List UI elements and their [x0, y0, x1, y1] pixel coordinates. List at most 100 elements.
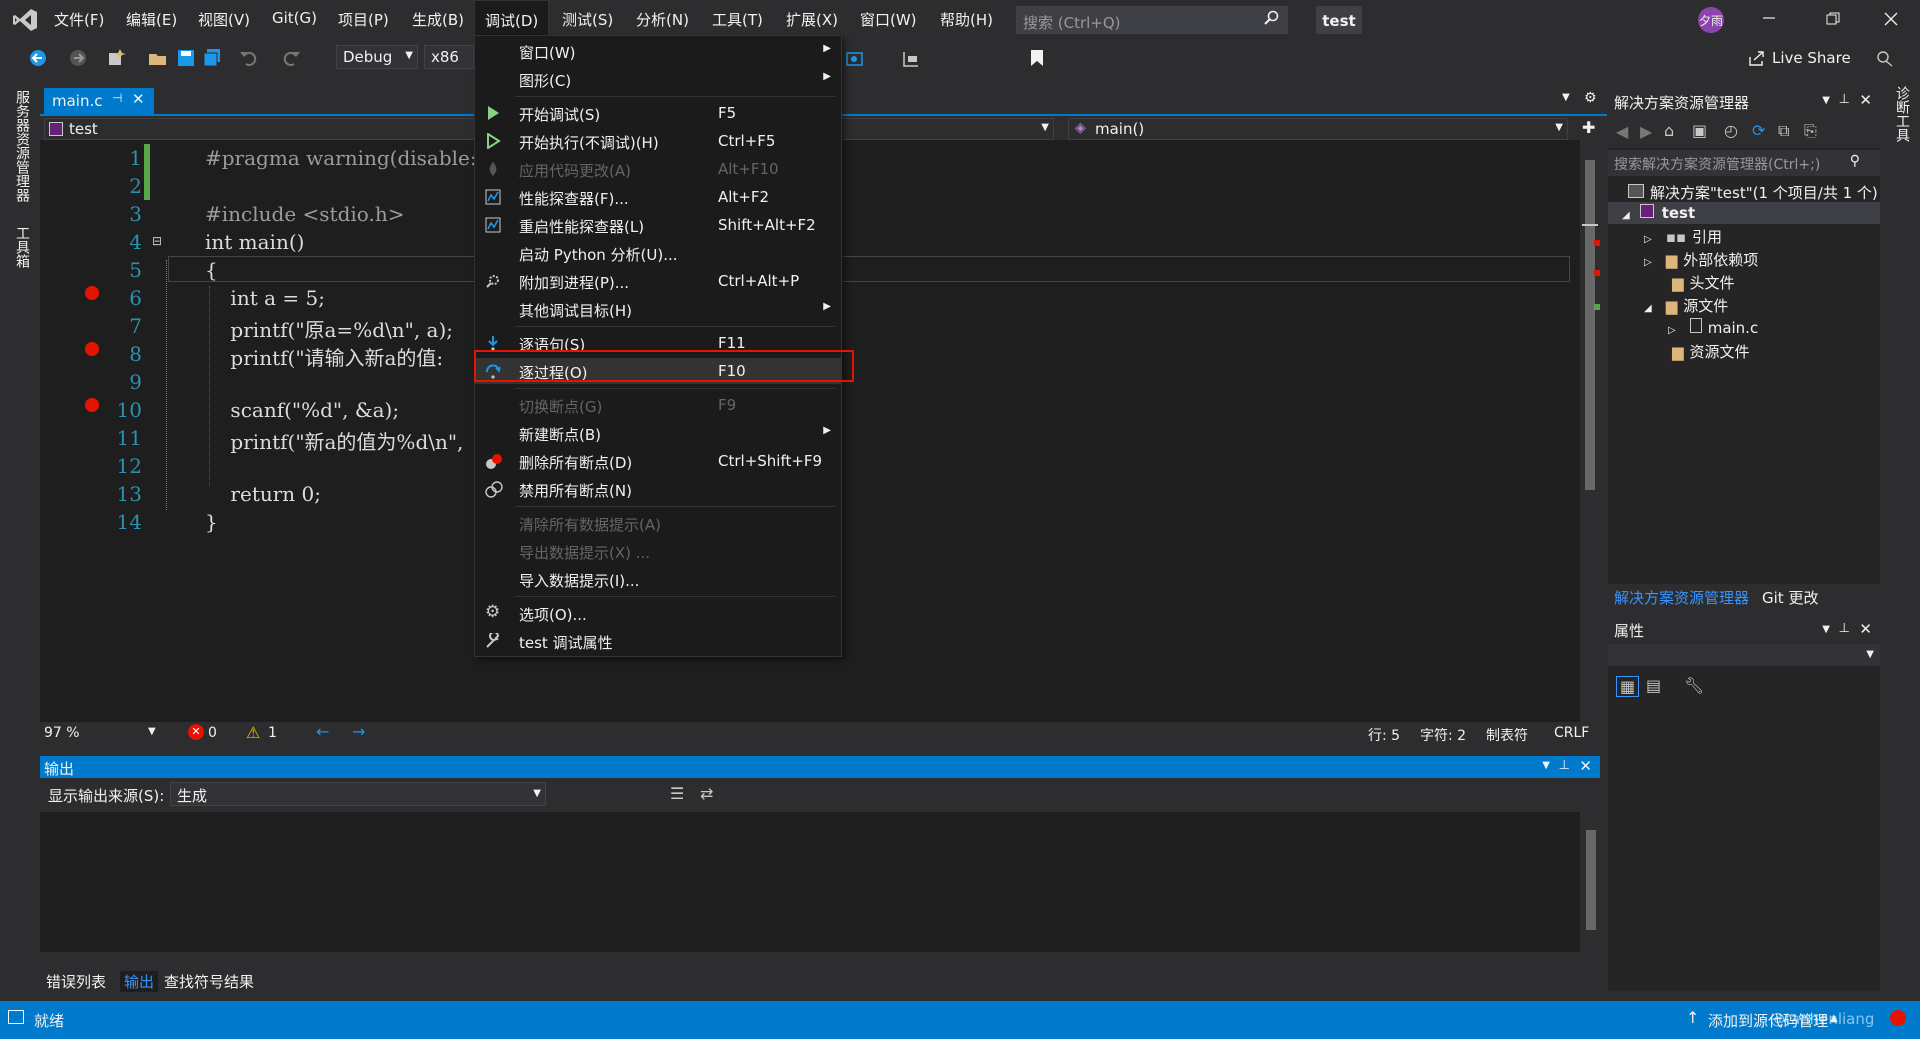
- close-panel-icon[interactable]: ✕: [1859, 91, 1872, 109]
- tree-node-main-c[interactable]: ▷ main.c: [1668, 318, 1758, 337]
- show-all-files-icon[interactable]: ⎘: [1804, 121, 1817, 141]
- search-input[interactable]: 搜索 (Ctrl+Q): [1016, 6, 1288, 34]
- warning-count[interactable]: 1: [268, 725, 277, 741]
- live-share-button[interactable]: Live Share: [1772, 49, 1851, 67]
- tree-node-source-files[interactable]: ◢ ▆ 源文件: [1644, 295, 1728, 316]
- menu-item-debug-properties[interactable]: test 调试属性: [475, 628, 841, 654]
- line-indicator[interactable]: 行: 5: [1368, 725, 1400, 745]
- open-file-icon[interactable]: [148, 48, 168, 68]
- close-tab-icon[interactable]: ✕: [132, 90, 145, 108]
- member-nav-dropdown[interactable]: ◈ main() ▼: [1068, 118, 1568, 140]
- chevron-down-icon[interactable]: ▼: [1822, 624, 1830, 635]
- menu-item-attach-to-process[interactable]: 附加到进程(P)... Ctrl+Alt+P: [475, 268, 841, 294]
- platform-dropdown[interactable]: x86: [424, 45, 474, 69]
- menu-help[interactable]: 帮助(H): [940, 9, 993, 30]
- alphabetical-icon[interactable]: ▤: [1646, 676, 1661, 695]
- pin-icon[interactable]: ⊥: [1559, 758, 1570, 773]
- toolbox-tab[interactable]: 工具箱: [12, 226, 32, 268]
- pin-icon[interactable]: ⊥: [1839, 621, 1850, 636]
- pin-icon[interactable]: ⊥: [1839, 92, 1850, 107]
- configuration-dropdown[interactable]: Debug ▼: [336, 45, 418, 69]
- tab-output[interactable]: 输出: [120, 971, 159, 992]
- toolbar-icon-b[interactable]: [902, 50, 920, 68]
- menu-test[interactable]: 测试(S): [562, 9, 613, 30]
- tree-node-external-dependencies[interactable]: ▷ ▆ 外部依赖项: [1644, 249, 1758, 270]
- live-share-icon[interactable]: [1748, 49, 1766, 67]
- menu-item-options[interactable]: ⚙ 选项(O)...: [475, 600, 841, 626]
- menu-item-performance-profiler[interactable]: 性能探查器(F)... Alt+F2: [475, 184, 841, 210]
- solution-node[interactable]: 解决方案"test"(1 个项目/共 1 个): [1628, 182, 1878, 203]
- pending-changes-icon[interactable]: ◴: [1724, 121, 1738, 140]
- menu-git[interactable]: Git(G): [272, 9, 317, 27]
- server-explorer-tab[interactable]: 服务器资源管理器: [12, 90, 32, 202]
- notification-icon[interactable]: [8, 1010, 24, 1024]
- collapse-icon[interactable]: ⊟: [152, 234, 162, 248]
- char-indicator[interactable]: 字符: 2: [1420, 725, 1466, 745]
- error-count[interactable]: 0: [208, 725, 217, 741]
- undo-icon[interactable]: [238, 48, 258, 68]
- notification-badge[interactable]: [1890, 1010, 1906, 1026]
- chevron-down-icon[interactable]: ▼: [1542, 760, 1550, 771]
- menu-item-start-without-debugging[interactable]: 开始执行(不调试)(H) Ctrl+F5: [475, 128, 841, 154]
- previous-issue-icon[interactable]: ←: [316, 722, 329, 741]
- avatar[interactable]: 夕雨: [1698, 7, 1724, 33]
- menu-build[interactable]: 生成(B): [412, 9, 464, 30]
- settings-gear-icon[interactable]: ⚙: [1584, 90, 1597, 106]
- tree-node-resource-files[interactable]: ▆ 资源文件: [1672, 341, 1750, 362]
- expand-chevron-icon[interactable]: ◢: [1644, 303, 1652, 314]
- scrollbar-thumb[interactable]: [1585, 160, 1595, 490]
- tab-list-chevron-icon[interactable]: ▼: [1562, 92, 1570, 103]
- back-icon[interactable]: [28, 48, 48, 68]
- feedback-icon[interactable]: [1876, 49, 1894, 67]
- pin-icon[interactable]: ⊣: [112, 91, 122, 105]
- tab-solution-explorer[interactable]: 解决方案资源管理器: [1614, 587, 1749, 608]
- back-icon[interactable]: ◀: [1616, 122, 1628, 141]
- forward-icon[interactable]: [68, 48, 88, 68]
- menu-item-relaunch-profiler[interactable]: 重启性能探查器(L) Shift+Alt+F2: [475, 212, 841, 238]
- tree-node-header-files[interactable]: ▆ 头文件: [1672, 272, 1735, 293]
- next-issue-icon[interactable]: →: [352, 722, 365, 741]
- editor-vertical-scrollbar[interactable]: [1580, 140, 1600, 722]
- menu-item-other-debug-targets[interactable]: 其他调试目标(H) ▶: [475, 296, 841, 322]
- minimize-button[interactable]: [1762, 8, 1776, 28]
- expand-chevron-icon[interactable]: ▷: [1644, 234, 1652, 245]
- split-add-icon[interactable]: ✚: [1582, 118, 1595, 137]
- tab-find-symbol-results[interactable]: 查找符号结果: [164, 971, 254, 992]
- eol-indicator[interactable]: CRLF: [1554, 725, 1589, 741]
- tree-node-references[interactable]: ▷ ▪▪ 引用: [1644, 226, 1722, 247]
- solution-explorer-search-input[interactable]: 搜索解决方案资源管理器(Ctrl+;) ⚲: [1608, 150, 1880, 176]
- upload-arrow-icon[interactable]: ↑: [1686, 1008, 1699, 1027]
- diagnostics-tab[interactable]: 诊断工具: [1892, 86, 1912, 142]
- menu-analyze[interactable]: 分析(N): [636, 9, 689, 30]
- menu-file[interactable]: 文件(F): [54, 9, 104, 30]
- menu-item-import-datatips[interactable]: 导入数据提示(I)...: [475, 566, 841, 592]
- save-icon[interactable]: [176, 48, 196, 68]
- new-project-icon[interactable]: [106, 48, 126, 68]
- menu-item-disable-all-breakpoints[interactable]: 禁用所有断点(N): [475, 476, 841, 502]
- expand-chevron-icon[interactable]: ▷: [1668, 325, 1676, 336]
- menu-item-windows[interactable]: 窗口(W) ▶: [475, 38, 841, 64]
- switch-views-icon[interactable]: ▣: [1692, 121, 1707, 140]
- menu-tools[interactable]: 工具(T): [712, 9, 763, 30]
- save-all-icon[interactable]: [202, 48, 222, 68]
- project-node[interactable]: ◢ test: [1608, 202, 1880, 224]
- output-scrollbar[interactable]: [1582, 812, 1600, 952]
- menu-item-start-debugging[interactable]: 开始调试(S) F5: [475, 100, 841, 126]
- forward-icon[interactable]: ▶: [1640, 122, 1652, 141]
- close-panel-icon[interactable]: ✕: [1859, 620, 1872, 638]
- expand-chevron-icon[interactable]: ◢: [1622, 210, 1630, 221]
- menu-project[interactable]: 项目(P): [338, 9, 389, 30]
- word-wrap-icon[interactable]: ⇄: [700, 784, 713, 803]
- output-source-dropdown[interactable]: 生成 ▼: [170, 782, 546, 806]
- menu-edit[interactable]: 编辑(E): [126, 9, 177, 30]
- menu-debug[interactable]: 调试(D): [474, 0, 550, 40]
- restore-button[interactable]: [1826, 12, 1840, 26]
- menu-item-python-profiling[interactable]: 启动 Python 分析(U)...: [475, 240, 841, 266]
- close-button[interactable]: [1884, 12, 1898, 26]
- visual-studio-logo-icon[interactable]: [12, 8, 38, 32]
- menu-view[interactable]: 视图(V): [198, 9, 250, 30]
- tab-error-list[interactable]: 错误列表: [46, 971, 106, 992]
- property-pages-icon[interactable]: 🔧︎: [1684, 676, 1704, 695]
- home-icon[interactable]: ⌂: [1664, 121, 1674, 140]
- chevron-down-icon[interactable]: ▼: [1822, 95, 1830, 106]
